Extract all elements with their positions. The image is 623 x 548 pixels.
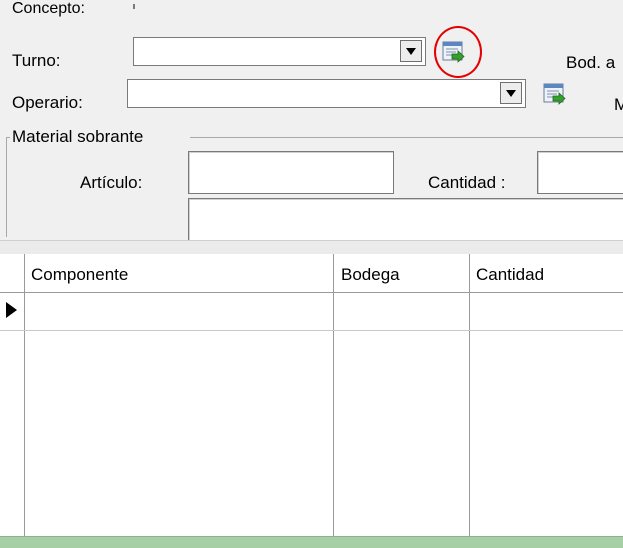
grid-caption-band: [0, 240, 623, 254]
articulo-field[interactable]: [188, 151, 394, 194]
components-grid[interactable]: Componente Bodega Cantidad: [0, 254, 623, 548]
concepto-field[interactable]: [133, 0, 613, 8]
column-header-componente[interactable]: Componente: [31, 266, 128, 283]
operario-combobox[interactable]: [127, 79, 526, 108]
operario-label: Operario:: [12, 93, 83, 112]
highlight-circle: [434, 26, 482, 78]
current-row-arrow-icon: [6, 302, 17, 318]
descripcion-field[interactable]: [188, 198, 623, 241]
grid-header-row: Componente Bodega Cantidad: [0, 254, 623, 293]
articulo-label: Artículo:: [80, 173, 143, 192]
bod-label: Bod. a: [566, 53, 616, 72]
row-1-bottom-border: [0, 330, 623, 331]
m-label: M: [614, 95, 623, 114]
groupbox-left: [6, 137, 7, 237]
lookup-arrow-icon: [543, 83, 566, 105]
operario-dropdown-button[interactable]: [500, 82, 522, 104]
material-sobrante-label: Material sobrante: [12, 127, 144, 146]
cantidad-label: Cantidad :: [428, 173, 506, 192]
operario-lookup-button[interactable]: [543, 82, 567, 106]
concepto-field-edge: [133, 4, 135, 9]
turno-label: Turno:: [12, 51, 61, 70]
turno-combobox[interactable]: [133, 37, 426, 66]
table-row[interactable]: [25, 293, 623, 330]
cantidad-field[interactable]: [537, 151, 623, 194]
turno-dropdown-button[interactable]: [400, 40, 422, 62]
column-header-cantidad[interactable]: Cantidad: [476, 266, 544, 283]
grid-footer-row: [0, 536, 623, 548]
groupbox-top-right: [190, 137, 623, 138]
concepto-label: Concepto:: [12, 0, 85, 17]
form-panel: Concepto: Turno: Bod. a Operario: M Mate…: [0, 0, 623, 241]
column-header-bodega[interactable]: Bodega: [341, 266, 400, 283]
